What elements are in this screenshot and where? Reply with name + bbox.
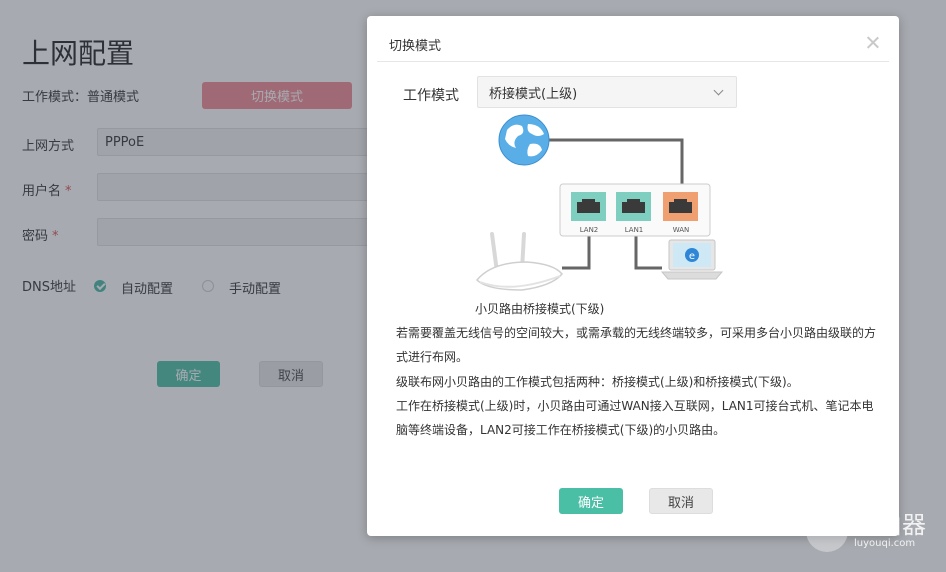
wireless-router-icon <box>475 232 563 291</box>
dialog-title: 切换模式 <box>389 39 442 54</box>
description-paragraph: 级联布网小贝路由的工作模式包括两种：桥接模式(上级)和桥接模式(下级)。 <box>396 375 799 389</box>
diagram-caption: 小贝路由桥接模式(下级) <box>475 302 605 316</box>
globe-icon <box>498 114 550 166</box>
close-icon[interactable] <box>867 36 879 48</box>
dialog-cancel-button[interactable]: 取消 <box>649 488 713 514</box>
watermark-logo-icon <box>806 510 848 552</box>
watermark-sub-text: luyouqi.com <box>854 538 916 549</box>
mode-select-value: 桥接模式(上级) <box>489 86 578 102</box>
dialog-confirm-button[interactable]: 确定 <box>559 488 623 514</box>
chevron-down-icon <box>713 85 724 96</box>
watermark: 路由器 luyouqi.com <box>806 510 926 552</box>
mode-label: 工作模式 <box>403 88 459 104</box>
switch-mode-dialog: 切换模式 工作模式 桥接模式(上级) LAN2 LAN1 WAN e 小贝路由桥… <box>367 16 899 536</box>
svg-text:e: e <box>689 251 695 262</box>
description-paragraph: 若需要覆盖无线信号的空间较大，或需承载的无线终端较多，可采用多台小贝路由级联的方… <box>396 326 877 364</box>
network-diagram: LAN2 LAN1 WAN e <box>475 114 724 291</box>
mode-select[interactable]: 桥接模式(上级) <box>477 76 737 108</box>
port-label: LAN1 <box>625 226 644 234</box>
watermark-main-text: 路由器 <box>854 511 926 539</box>
dialog-divider <box>377 61 889 62</box>
description-paragraph: 工作在桥接模式(上级)时，小贝路由可通过WAN接入互联网，LAN1可接台式机、笔… <box>396 399 874 437</box>
laptop-icon: e <box>660 239 724 280</box>
port-label: LAN2 <box>580 226 599 234</box>
port-label: WAN <box>673 226 690 234</box>
port-labels: LAN2 LAN1 WAN <box>580 226 690 234</box>
